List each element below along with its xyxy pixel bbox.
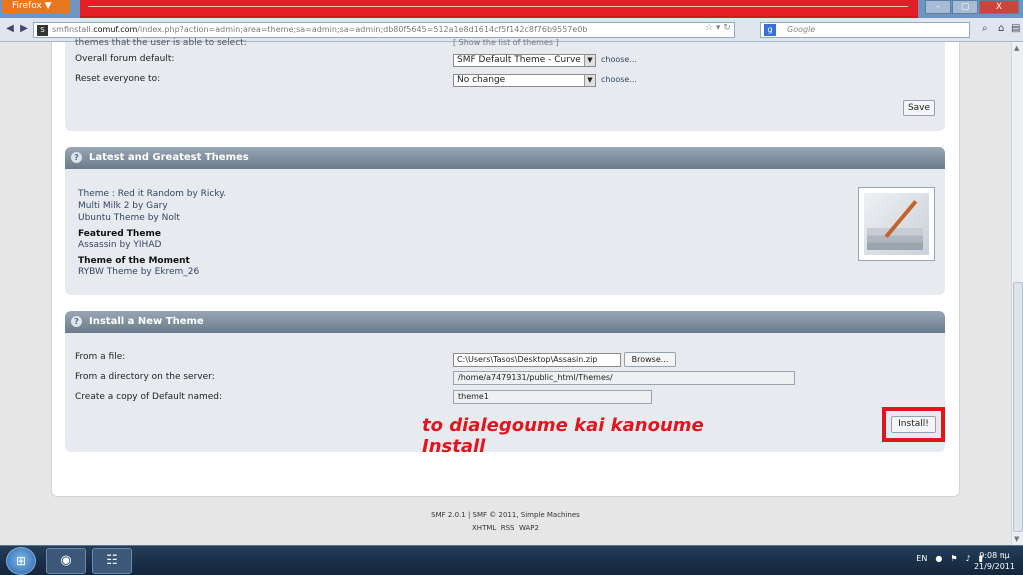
featured-theme-heading: Featured Theme bbox=[78, 229, 161, 239]
featured-theme-link[interactable]: Assassin by YIHAD bbox=[78, 240, 161, 250]
scroll-down-icon[interactable]: ▼ bbox=[1014, 535, 1019, 543]
search-icon[interactable]: ⌕ bbox=[982, 23, 988, 34]
vertical-scrollbar[interactable]: ▲ ▼ bbox=[1011, 42, 1023, 545]
preview-stripes bbox=[867, 228, 923, 250]
clock-time: 9:08 πμ bbox=[979, 551, 1010, 560]
help-icon[interactable]: ? bbox=[71, 316, 82, 327]
copy-default-label: Create a copy of Default named: bbox=[75, 392, 223, 402]
reset-everyone-value: No change bbox=[457, 75, 506, 85]
install-button[interactable]: Install! bbox=[891, 416, 936, 433]
window-controls: – ▢ X bbox=[924, 0, 1019, 16]
browse-button[interactable]: Browse... bbox=[624, 352, 676, 367]
show-themes-link[interactable]: [ Show the list of themes ] bbox=[453, 38, 559, 47]
red-annotation: to dialegoume kai kanoume Install bbox=[422, 415, 742, 457]
theme-link[interactable]: Theme : Red it Random by Ricky. bbox=[78, 189, 226, 199]
firefox-menu-button[interactable]: Firefox ▼ bbox=[2, 0, 70, 14]
install-theme-header: ? Install a New Theme bbox=[65, 311, 945, 333]
install-theme-title: Install a New Theme bbox=[89, 316, 204, 327]
url-prefix: smfinstall. bbox=[52, 25, 94, 34]
close-button[interactable]: X bbox=[979, 0, 1019, 14]
install-highlight-box: Install! bbox=[882, 407, 945, 442]
rss-link[interactable]: RSS bbox=[501, 524, 515, 532]
from-directory-label: From a directory on the server: bbox=[75, 372, 215, 382]
clock-date: 21/9/2011 bbox=[973, 562, 1015, 571]
window-titlebar: Firefox ▼ – ▢ X bbox=[0, 0, 1023, 18]
from-file-label: From a file: bbox=[75, 352, 126, 362]
google-icon: g bbox=[764, 24, 776, 36]
forward-icon[interactable]: ▶ bbox=[17, 22, 31, 36]
url-domain: comuf.com bbox=[93, 25, 138, 34]
theme-of-moment-link[interactable]: RYBW Theme by Ekrem_26 bbox=[78, 267, 199, 277]
tray-app-icon[interactable]: ● bbox=[935, 554, 942, 563]
theme-preview-image bbox=[858, 187, 935, 261]
redacted-tab-strip bbox=[80, 0, 918, 18]
copy-name-input[interactable]: theme1 bbox=[453, 390, 652, 404]
language-indicator[interactable]: EN bbox=[916, 554, 927, 563]
home-icon[interactable]: ⌂ bbox=[998, 23, 1004, 34]
help-icon[interactable]: ? bbox=[71, 152, 82, 163]
save-button[interactable]: Save bbox=[903, 100, 935, 116]
flag-icon[interactable]: ⚑ bbox=[950, 554, 957, 563]
tab-strip-lines bbox=[88, 6, 908, 16]
partial-setting-label: themes that the user is able to select: bbox=[75, 38, 247, 48]
theme-of-moment-heading: Theme of the Moment bbox=[78, 256, 190, 266]
choose-link[interactable]: choose... bbox=[601, 75, 637, 84]
maximize-button[interactable]: ▢ bbox=[952, 0, 978, 14]
xhtml-link[interactable]: XHTML bbox=[472, 524, 496, 532]
minimize-button[interactable]: – bbox=[925, 0, 951, 14]
search-placeholder: Google bbox=[787, 25, 816, 34]
theme-link[interactable]: Multi Milk 2 by Gary bbox=[78, 201, 168, 211]
site-favicon-icon: S bbox=[37, 25, 48, 36]
server-directory-input[interactable]: /home/a7479131/public_html/Themes/ bbox=[453, 371, 795, 385]
file-input[interactable]: C:\Users\Tasos\Desktop\Assasin.zip bbox=[453, 353, 621, 367]
url-path: /index.php?action=admin;area=theme;sa=ad… bbox=[137, 25, 588, 34]
menu-icon[interactable]: ▤ bbox=[1011, 23, 1020, 34]
chevron-down-icon[interactable]: ▼ bbox=[584, 55, 595, 66]
annotation-line-1: to dialegoume kai kanoume bbox=[422, 415, 704, 436]
volume-icon[interactable]: ♪ bbox=[965, 554, 970, 563]
bookmark-star-icon[interactable]: ☆ ▾ ↻ bbox=[705, 23, 731, 33]
clock[interactable]: 9:08 πμ 21/9/2011 bbox=[974, 550, 1015, 572]
address-bar[interactable]: S smfinstall.comuf.com/index.php?action=… bbox=[33, 22, 735, 38]
overall-default-label: Overall forum default: bbox=[75, 54, 175, 64]
network-taskbar-icon[interactable]: ☷ bbox=[92, 548, 132, 574]
choose-link[interactable]: choose... bbox=[601, 55, 637, 64]
reset-everyone-select[interactable]: No change ▼ bbox=[453, 74, 596, 87]
footer-copyright: SMF 2.0.1 | SMF © 2011, Simple Machines bbox=[431, 511, 580, 519]
start-button[interactable]: ⊞ bbox=[6, 547, 36, 575]
back-icon[interactable]: ◀ bbox=[3, 22, 17, 36]
overall-default-select[interactable]: SMF Default Theme - Curve ▼ bbox=[453, 54, 596, 67]
footer-links: XHTML RSS WAP2 bbox=[0, 524, 1011, 532]
scroll-up-icon[interactable]: ▲ bbox=[1014, 44, 1019, 52]
windows-taskbar: ⊞ ◉ ☷ EN ● ⚑ ♪ ▮ 9:08 πμ 21/9/2011 bbox=[0, 545, 1023, 575]
latest-themes-title: Latest and Greatest Themes bbox=[89, 152, 249, 163]
latest-themes-header: ? Latest and Greatest Themes bbox=[65, 147, 945, 169]
overall-default-value: SMF Default Theme - Curve bbox=[457, 55, 581, 65]
scrollbar-thumb[interactable] bbox=[1013, 282, 1023, 532]
theme-link[interactable]: Ubuntu Theme by Nolt bbox=[78, 213, 180, 223]
firefox-taskbar-icon[interactable]: ◉ bbox=[46, 548, 86, 574]
reset-everyone-label: Reset everyone to: bbox=[75, 74, 161, 84]
chevron-down-icon[interactable]: ▼ bbox=[584, 75, 595, 86]
wap2-link[interactable]: WAP2 bbox=[519, 524, 539, 532]
search-bar[interactable]: g Google bbox=[760, 22, 970, 38]
annotation-line-2: Install bbox=[422, 436, 486, 457]
